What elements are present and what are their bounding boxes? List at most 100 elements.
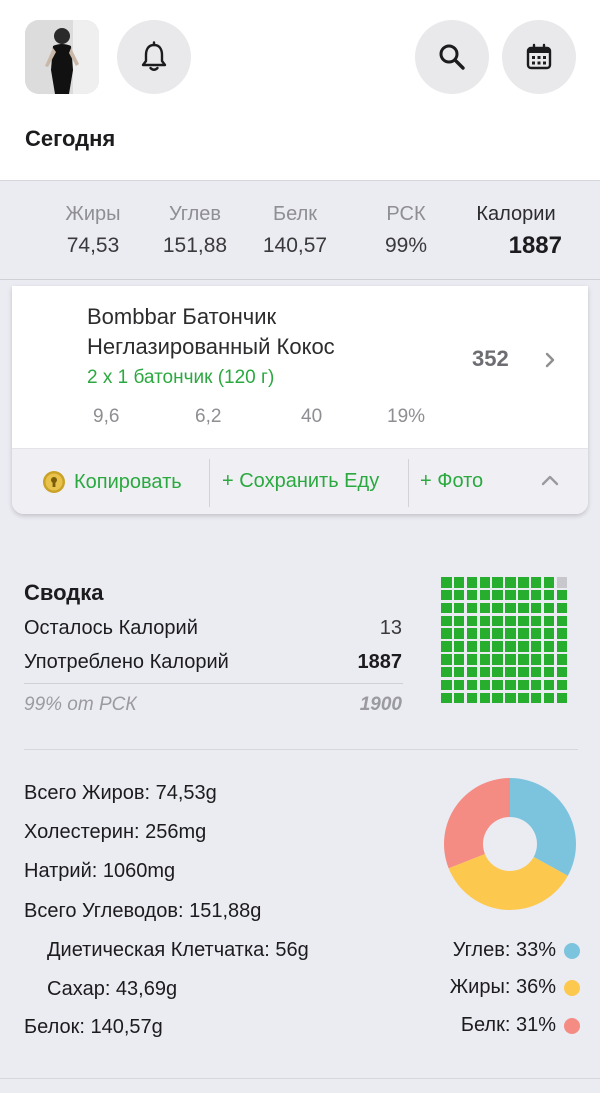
grid-cell (492, 577, 503, 588)
legend-fat-label: Жиры: 36% (449, 976, 556, 998)
calendar-icon (526, 43, 552, 70)
grid-cell (505, 628, 516, 639)
legend-fat-dot (564, 979, 580, 996)
notifications-button[interactable] (117, 20, 191, 94)
grid-cell (543, 628, 555, 639)
grid-cell (556, 628, 568, 639)
grid-cell (505, 615, 516, 627)
copy-coin-icon (43, 471, 65, 493)
grid-cell (556, 641, 568, 652)
grid-cell (530, 589, 542, 601)
grid-cell (518, 602, 529, 614)
top-bar: Сегодня (0, 0, 600, 180)
chevron-up-icon (541, 475, 559, 486)
grid-cell (556, 654, 568, 665)
grid-cell (530, 577, 542, 588)
food-fat: 9,6 (93, 406, 120, 427)
grid-cell (479, 692, 491, 704)
grid-cell (466, 577, 478, 588)
grid-cell (530, 615, 542, 627)
grid-cell (479, 602, 491, 614)
food-serving[interactable]: 2 x 1 батончик (120 г) (87, 367, 274, 389)
grid-cell (492, 641, 503, 652)
grid-cell (518, 654, 529, 665)
legend-protein-label: Белк: 31% (460, 1014, 556, 1036)
grid-cell (518, 679, 529, 691)
bottom-divider (0, 1078, 600, 1079)
grid-cell (466, 615, 478, 627)
grid-cell (479, 641, 491, 652)
grid-cell (518, 692, 529, 704)
grid-cell (466, 602, 478, 614)
grid-cell (492, 654, 503, 665)
section-divider (24, 749, 578, 750)
grid-cell (479, 628, 491, 639)
grid-cell (492, 666, 503, 678)
grid-cell (556, 577, 568, 588)
add-photo-button[interactable]: + Фото (420, 470, 483, 493)
grid-cell (543, 692, 555, 704)
summary-title: Сводка (24, 580, 104, 605)
food-rsk: 19% (387, 406, 426, 427)
copy-button[interactable]: Копировать (42, 470, 182, 494)
grid-cell (466, 589, 478, 601)
calorie-progress-grid (441, 577, 579, 715)
grid-cell (479, 654, 491, 665)
search-button[interactable] (415, 20, 489, 94)
save-food-button[interactable]: + Сохранить Еду (222, 470, 379, 493)
rsk-target-value: 1900 (359, 694, 402, 715)
totals-protein-label: Белк (272, 203, 317, 225)
grid-cell (530, 628, 542, 639)
food-calories: 352 (472, 346, 509, 371)
avatar[interactable] (25, 20, 99, 94)
legend-carbs-label: Углев: 33% (452, 939, 556, 961)
grid-cell (466, 654, 478, 665)
avatar-photo (25, 20, 99, 94)
grid-cell (453, 577, 465, 588)
grid-cell (543, 679, 555, 691)
nutrient-cholesterol: Холестерин: 256mg (24, 821, 207, 843)
nutrient-protein: Белок: 140,57g (24, 1016, 163, 1038)
bell-icon (141, 41, 167, 71)
grid-cell (479, 666, 491, 678)
totals-protein-value: 140,57 (262, 234, 328, 257)
legend-protein: Белк: 31% (461, 1014, 580, 1037)
grid-cell (453, 641, 465, 652)
page-title: Сегодня (25, 126, 116, 151)
totals-rsk-value: 99% (384, 234, 428, 257)
food-actions-bar: Копировать + Сохранить Еду + Фото (12, 448, 588, 514)
food-name: Bombbar Батончик Неглазированный Кокос (87, 302, 417, 362)
grid-cell (441, 666, 452, 678)
calendar-button[interactable] (502, 20, 576, 94)
daily-totals: Жиры 74,53 Углев 151,88 Белк 140,57 РСК … (0, 180, 600, 280)
grid-cell (453, 679, 465, 691)
grid-cell (518, 615, 529, 627)
nutrient-fiber: Диетическая Клетчатка: 56g (47, 939, 309, 961)
food-entry-card[interactable]: Bombbar Батончик Неглазированный Кокос 2… (12, 286, 588, 514)
totals-carbs-value: 151,88 (162, 234, 228, 257)
grid-cell (505, 641, 516, 652)
legend-protein-dot (564, 1017, 580, 1034)
grid-cell (492, 692, 503, 704)
consumed-calories-label: Употреблено Калорий (24, 651, 229, 673)
totals-calories: Калории 1887 (470, 203, 562, 260)
food-name-line1: Bombbar Батончик (87, 304, 277, 329)
chevron-right-icon (545, 352, 555, 368)
totals-carbs-label: Углев (168, 203, 222, 225)
grid-cell (453, 654, 465, 665)
grid-cell (505, 589, 516, 601)
grid-cell (543, 602, 555, 614)
grid-cell (466, 679, 478, 691)
grid-cell (479, 589, 491, 601)
search-icon (439, 44, 465, 70)
food-details-chevron[interactable] (542, 348, 558, 377)
collapse-button[interactable] (538, 469, 562, 498)
action-separator (209, 459, 210, 507)
grid-cell (530, 692, 542, 704)
donut-segment-protein (444, 778, 510, 869)
grid-cell (479, 679, 491, 691)
grid-cell (479, 615, 491, 627)
summary-divider (24, 683, 403, 684)
grid-cell (466, 641, 478, 652)
nutrient-total-fat: Всего Жиров: 74,53g (24, 782, 217, 804)
